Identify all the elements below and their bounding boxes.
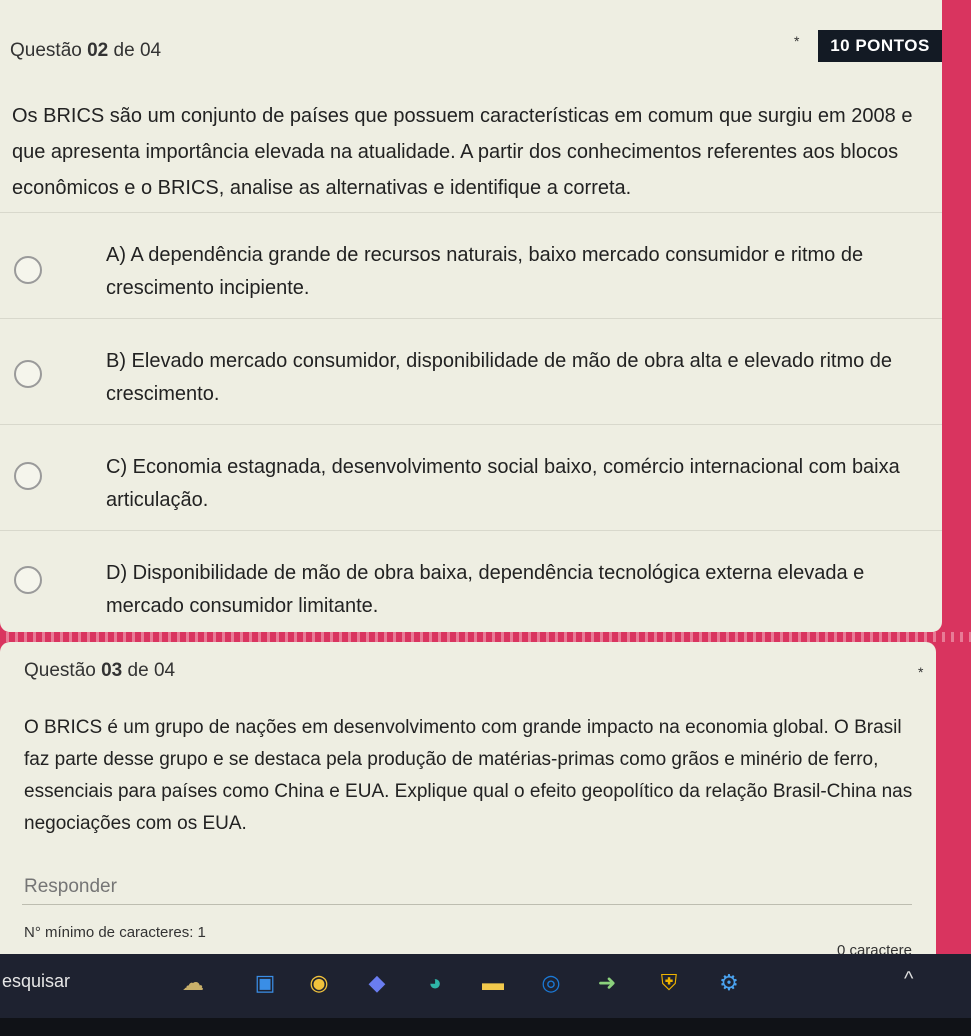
required-asterisk: * — [918, 664, 924, 680]
radio-button-d[interactable] — [14, 566, 42, 594]
question-total: de 04 — [127, 660, 176, 681]
option-d-label: D) Disponibilidade de mão de obra baixa,… — [106, 562, 865, 617]
taskbar-search[interactable]: esquisar — [0, 968, 152, 994]
radio-button-b[interactable] — [14, 360, 42, 388]
edge-icon[interactable]: ◕ — [418, 968, 452, 998]
question-header: Questão 03 de 04 — [24, 660, 175, 682]
question-text: O BRICS é um grupo de nações em desenvol… — [24, 717, 913, 834]
folder-icon[interactable]: ▬ — [476, 968, 510, 998]
points-badge: 10 PONTOS — [818, 30, 942, 62]
question-header: Questão 02 de 04 — [10, 40, 161, 62]
question-number: 02 — [87, 40, 109, 61]
option-b[interactable]: B) Elevado mercado consumidor, disponibi… — [0, 334, 942, 424]
question-number: 03 — [101, 660, 123, 681]
radio-button-a[interactable] — [14, 256, 42, 284]
background-pattern-band — [0, 632, 971, 642]
radio-button-c[interactable] — [14, 462, 42, 490]
divider — [0, 530, 942, 531]
divider — [0, 212, 942, 213]
taskbar: esquisar ☁ ▣ ◉ ◆ ◕ ▬ ◎ ➜ ⛨ ⚙ ^ — [0, 954, 971, 1036]
answer-input[interactable] — [22, 872, 906, 902]
option-b-label: B) Elevado mercado consumidor, disponibi… — [106, 350, 893, 405]
weather-icon[interactable]: ☁ — [158, 968, 228, 998]
security-icon[interactable]: ⛨ — [652, 968, 686, 998]
answer-underline — [22, 904, 912, 905]
question-text: Os BRICS são um conjunto de países que p… — [12, 105, 913, 199]
outlook-icon[interactable]: ◎ — [534, 968, 568, 998]
divider — [0, 318, 942, 319]
question-label: Questão — [24, 660, 96, 681]
required-asterisk: * — [794, 33, 800, 49]
question-card-03: Questão 03 de 04 * O BRICS é um grupo de… — [0, 642, 936, 959]
copilot-icon[interactable]: ◆ — [360, 968, 394, 998]
min-chars-note: N° mínimo de caracteres: 1 — [24, 924, 206, 941]
divider — [0, 424, 942, 425]
option-c[interactable]: C) Economia estagnada, desenvolvimento s… — [0, 440, 942, 530]
option-a-label: A) A dependência grande de recursos natu… — [106, 244, 864, 299]
question-total: de 04 — [113, 40, 162, 61]
sign-in-icon[interactable]: ➜ — [590, 968, 624, 998]
screen-bezel — [0, 1018, 971, 1036]
option-c-label: C) Economia estagnada, desenvolvimento s… — [106, 456, 900, 511]
chrome-icon[interactable]: ◉ — [302, 968, 336, 998]
settings-icon[interactable]: ⚙ — [712, 968, 746, 998]
option-d[interactable]: D) Disponibilidade de mão de obra baixa,… — [0, 546, 942, 636]
file-explorer-icon[interactable]: ▣ — [248, 968, 282, 998]
option-a[interactable]: A) A dependência grande de recursos natu… — [0, 228, 942, 318]
chevron-up-icon[interactable]: ^ — [904, 968, 913, 991]
question-card-02: Questão 02 de 04 * 10 PONTOS Os BRICS sã… — [0, 0, 942, 632]
question-label: Questão — [10, 40, 82, 61]
